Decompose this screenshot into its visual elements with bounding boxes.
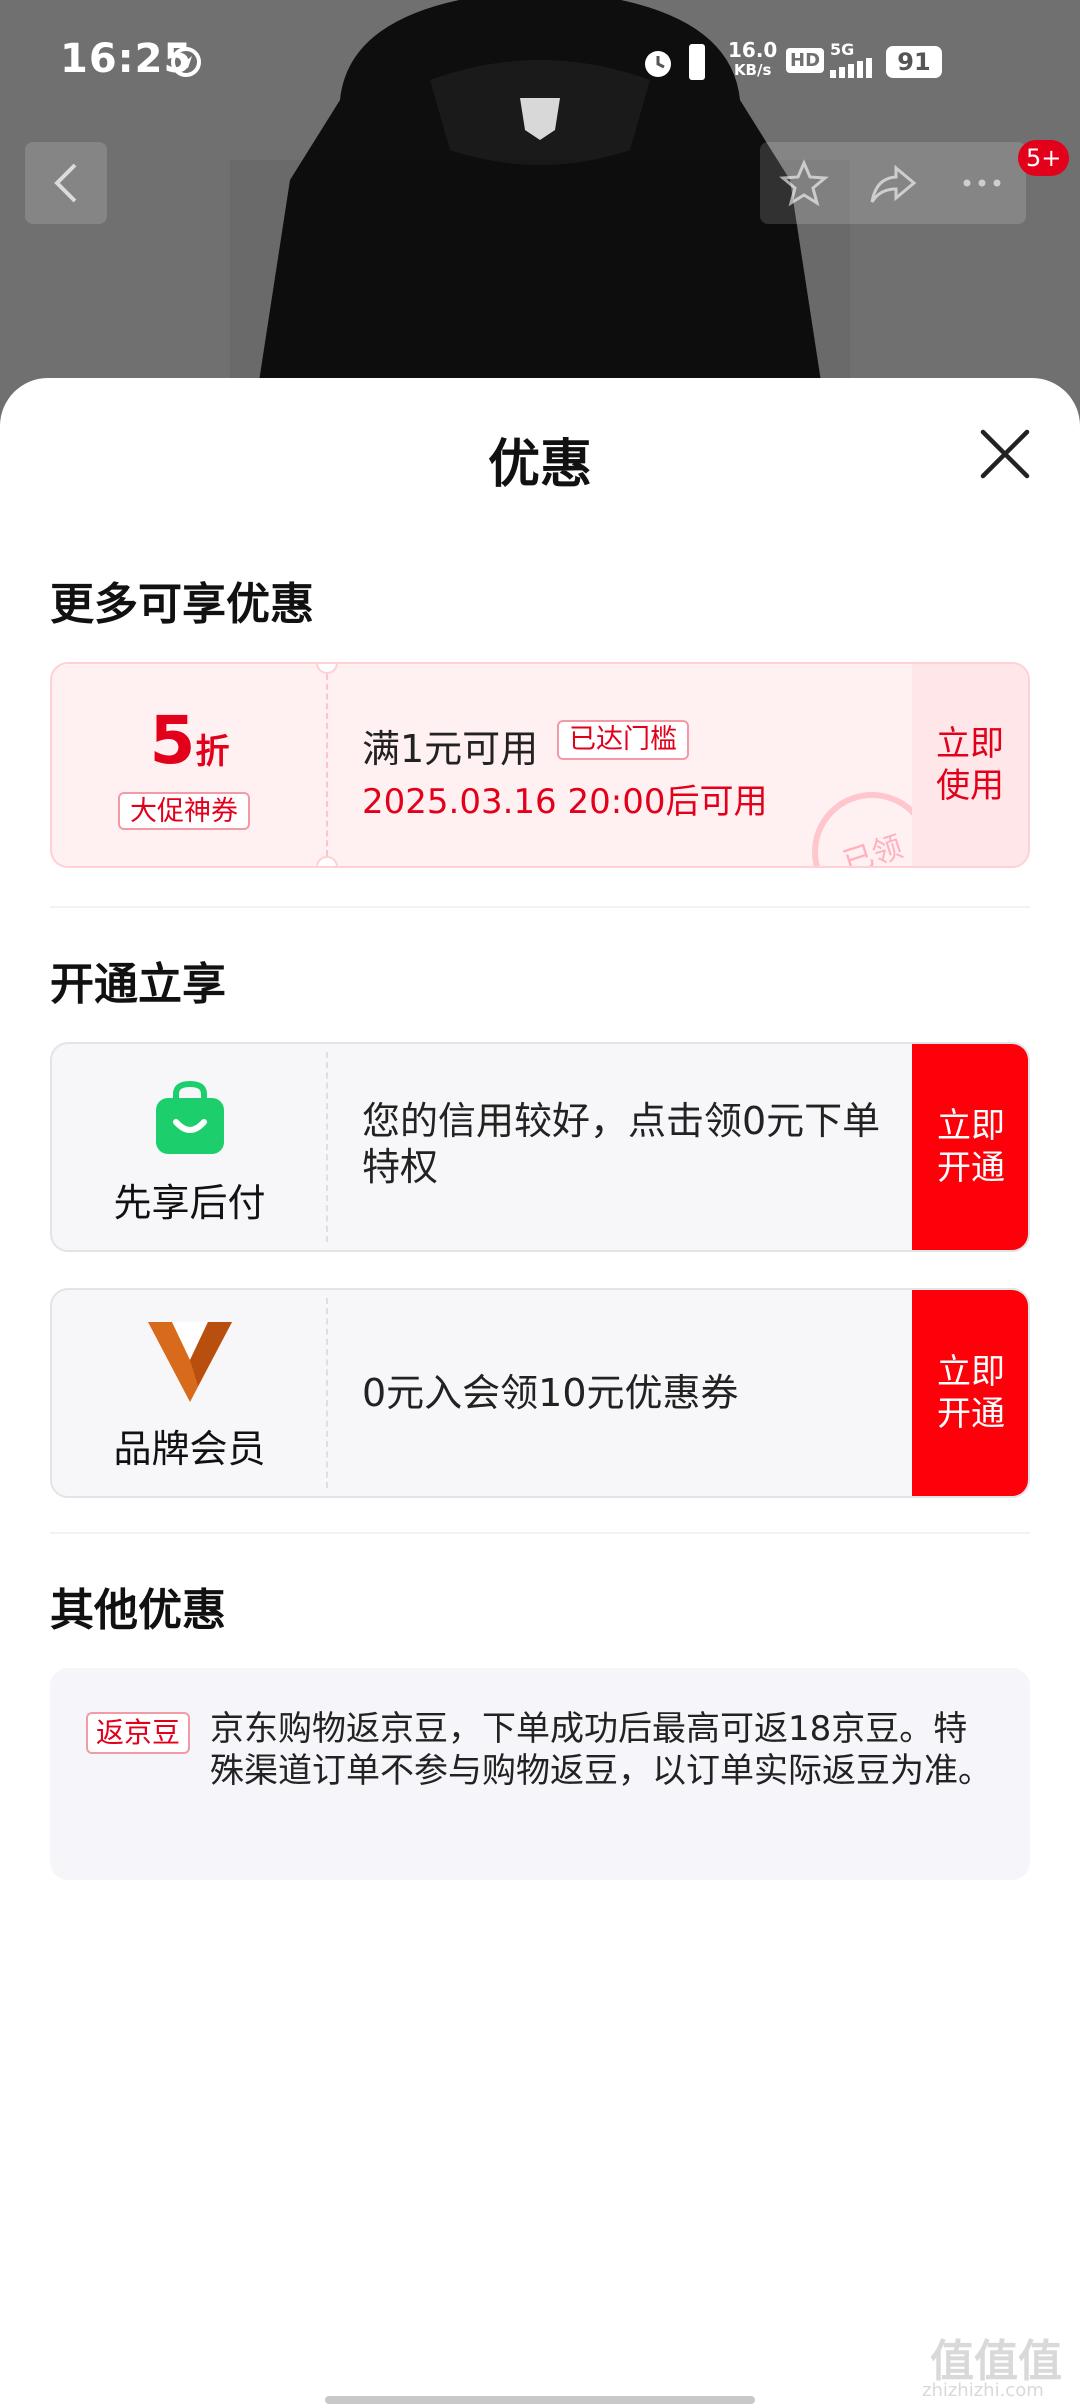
coupon-discount: 5折 xyxy=(52,702,327,779)
signal-icon xyxy=(830,58,872,78)
pay-later-description: 您的信用较好，点击领0元下单特权 xyxy=(362,1099,881,1189)
activate-brand-member-button-line1: 立即 xyxy=(937,1352,1005,1392)
network-type: 5G xyxy=(830,40,855,59)
battery-indicator: 91 xyxy=(886,46,942,78)
coupon-discount-unit: 折 xyxy=(195,732,230,772)
use-coupon-button-text: 立即 使用 xyxy=(936,723,1004,807)
use-coupon-button-line1: 立即 xyxy=(936,724,1004,764)
card-divider xyxy=(326,1298,328,1488)
bean-rebate-tag: 返京豆 xyxy=(86,1712,191,1754)
pay-later-brand: 先享后付 xyxy=(52,1044,327,1250)
coupon-divider xyxy=(326,674,328,856)
share-icon[interactable] xyxy=(868,158,918,208)
message-count-badge: 5+ xyxy=(1018,140,1070,176)
site-watermark-url: zhizhizhi.com xyxy=(922,2380,1044,2401)
section-title-more-offers: 更多可享优惠 xyxy=(50,579,314,630)
more-icon[interactable] xyxy=(957,158,1007,208)
brand-member-v-icon xyxy=(148,1322,232,1402)
offers-sheet: 优惠 更多可享优惠 5折 大促神券 满1元可用 已达门槛 2025.03.16 … xyxy=(0,378,1080,2408)
vibrate-icon xyxy=(689,44,705,80)
brand-member-name: 品牌会员 xyxy=(113,1427,266,1471)
top-action-group xyxy=(760,142,1026,224)
home-indicator[interactable] xyxy=(325,2396,755,2404)
sheet-title: 优惠 xyxy=(487,435,592,495)
activate-pay-later-button-line2: 开通 xyxy=(937,1148,1005,1188)
coupon-card[interactable]: 5折 大促神券 满1元可用 已达门槛 2025.03.16 20:00后可用 已… xyxy=(50,662,1030,868)
network-speed: 16.0 KB/s xyxy=(728,40,777,80)
activate-pay-later-button[interactable]: 立即 开通 xyxy=(912,1044,1028,1250)
status-bar: 16:25 16.0 KB/s HD 5G 91 xyxy=(0,0,1080,125)
pay-later-card[interactable]: 先享后付 您的信用较好，点击领0元下单特权 立即 开通 xyxy=(50,1042,1030,1252)
back-button[interactable] xyxy=(25,142,107,224)
pay-later-name: 先享后付 xyxy=(113,1181,266,1225)
coupon-condition: 满1元可用 xyxy=(362,727,539,771)
brand-member-brand: 品牌会员 xyxy=(52,1290,327,1496)
coupon-type-tag: 大促神券 xyxy=(118,792,250,830)
coupon-discount-number: 5 xyxy=(149,702,196,779)
bean-rebate-info: 返京豆 京东购物返京豆，下单成功后最高可返18京豆。特殊渠道订单不参与购物返豆，… xyxy=(50,1668,1030,1880)
activate-brand-member-button-text: 立即 开通 xyxy=(937,1351,1005,1435)
activate-brand-member-button[interactable]: 立即 开通 xyxy=(912,1290,1028,1496)
coupon-discount-area: 5折 大促神券 xyxy=(52,664,327,866)
section-title-other-offers: 其他优惠 xyxy=(50,1585,226,1636)
bean-rebate-description: 京东购物返京豆，下单成功后最高可返18京豆。特殊渠道订单不参与购物返豆，以订单实… xyxy=(210,1709,992,1791)
chevron-left-icon xyxy=(54,163,77,203)
section-divider xyxy=(50,1532,1030,1534)
close-icon[interactable] xyxy=(975,424,1035,484)
threshold-reached-badge: 已达门槛 xyxy=(557,720,689,760)
card-divider xyxy=(326,1052,328,1242)
use-coupon-button[interactable]: 立即 使用 xyxy=(912,664,1028,866)
coupon-notch-bottom xyxy=(316,856,338,866)
alarm-icon xyxy=(645,51,671,77)
section-divider xyxy=(50,906,1030,908)
location-icon xyxy=(171,47,201,77)
use-coupon-button-line2: 使用 xyxy=(936,766,1004,806)
activate-pay-later-button-line1: 立即 xyxy=(937,1106,1005,1146)
coupon-valid-time: 2025.03.16 20:00后可用 xyxy=(362,782,768,822)
brand-member-description: 0元入会领10元优惠券 xyxy=(362,1371,739,1415)
network-speed-value: 16.0 xyxy=(728,38,778,62)
network-speed-unit: KB/s xyxy=(733,61,772,79)
section-title-activate: 开通立享 xyxy=(50,959,226,1010)
brand-member-card[interactable]: 品牌会员 0元入会领10元优惠券 立即 开通 xyxy=(50,1288,1030,1498)
hd-badge: HD xyxy=(786,48,825,73)
favorite-star-icon[interactable] xyxy=(779,158,830,208)
shopping-bag-icon xyxy=(156,1080,224,1154)
activate-pay-later-button-text: 立即 开通 xyxy=(937,1105,1005,1189)
activate-brand-member-button-line2: 开通 xyxy=(937,1394,1005,1434)
